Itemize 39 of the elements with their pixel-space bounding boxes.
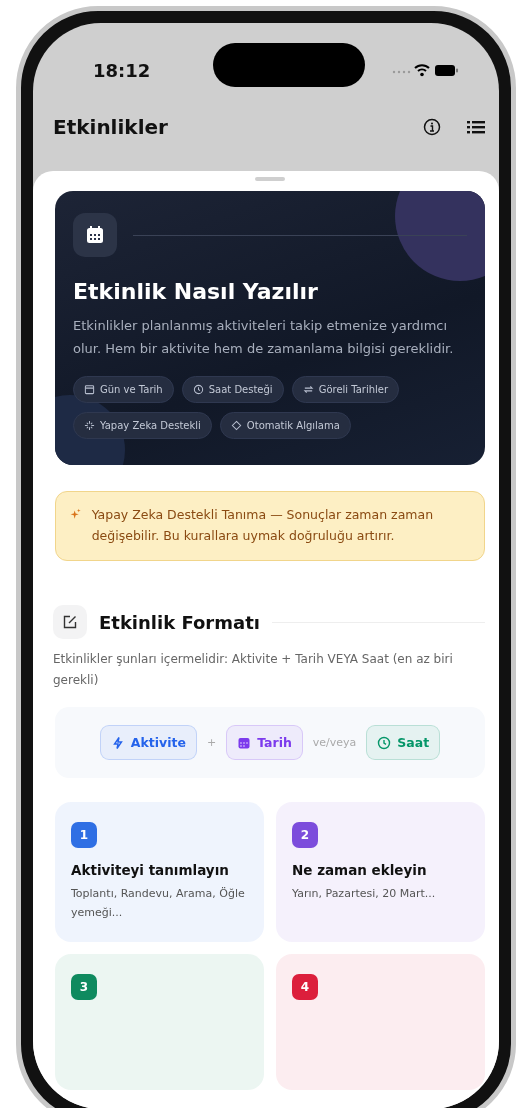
status-time: 18:12 [93,59,151,81]
format-token: Aktivite [99,725,197,760]
notice-text: Yapay Zeka Destekli Tanıma — Sonuçlar zaman zaman değişebilir. Bu kurallara uymak doğruluğu artırır. [91,506,435,545]
operator-text: ve/veya [312,736,357,749]
step-description: Toplantı, Randevu, Arama, Öğle yemeği... [71,886,246,921]
step-number: 2 [292,822,318,848]
bolt-icon [110,735,125,750]
clock-icon [377,735,392,750]
step-number: 4 [292,974,318,1000]
swap-arrows-icon [302,384,314,395]
feature-chip: Yapay Zeka Destekli [73,412,212,439]
signal-wifi-battery-icon [391,62,459,78]
section-description: Etkinlikler şunları içermelidir: Aktivite + Tarih VEYA Saat (en az biri gerekli) [53,651,454,689]
operator-text: + [206,736,217,749]
info-icon[interactable] [423,118,441,136]
edit-icon [53,605,87,639]
sheet-handle[interactable] [255,177,285,181]
hero-title: Etkinlik Nasıl Yazılır [73,279,319,304]
feature-chip: Göreli Tarihler [291,376,400,403]
step-title: Aktiviteyi tanımlayın [71,862,230,878]
feature-chip: Saat Desteği [181,376,284,403]
step-title: Ne zaman ekleyin [292,862,428,878]
calendar-icon [84,384,95,395]
calendar-icon [237,735,252,750]
format-token: Saat [366,725,441,760]
clock-icon [192,384,204,395]
diamond-icon [230,420,242,431]
feature-chip: Gün ve Tarih [73,376,174,403]
calendar-icon [73,213,117,257]
step-number: 3 [71,974,97,1000]
hero-description: Etkinlikler planlanmış aktiviteleri takip etmenize yardımcı olur. Hem bir aktivite hem de zamanlama bilgisi gereklidir. [73,317,455,358]
page-title: Etkinlikler [53,115,168,139]
step-number: 1 [71,822,97,848]
list-icon[interactable] [467,119,485,135]
section-title: Etkinlik Formatı [99,611,260,633]
step-description: Yarın, Pazartesi, 20 Mart... [292,886,437,902]
sparkle-icon [84,420,95,431]
format-token: Tarih [226,725,303,760]
feature-chip: Otomatik Algılama [219,412,351,439]
